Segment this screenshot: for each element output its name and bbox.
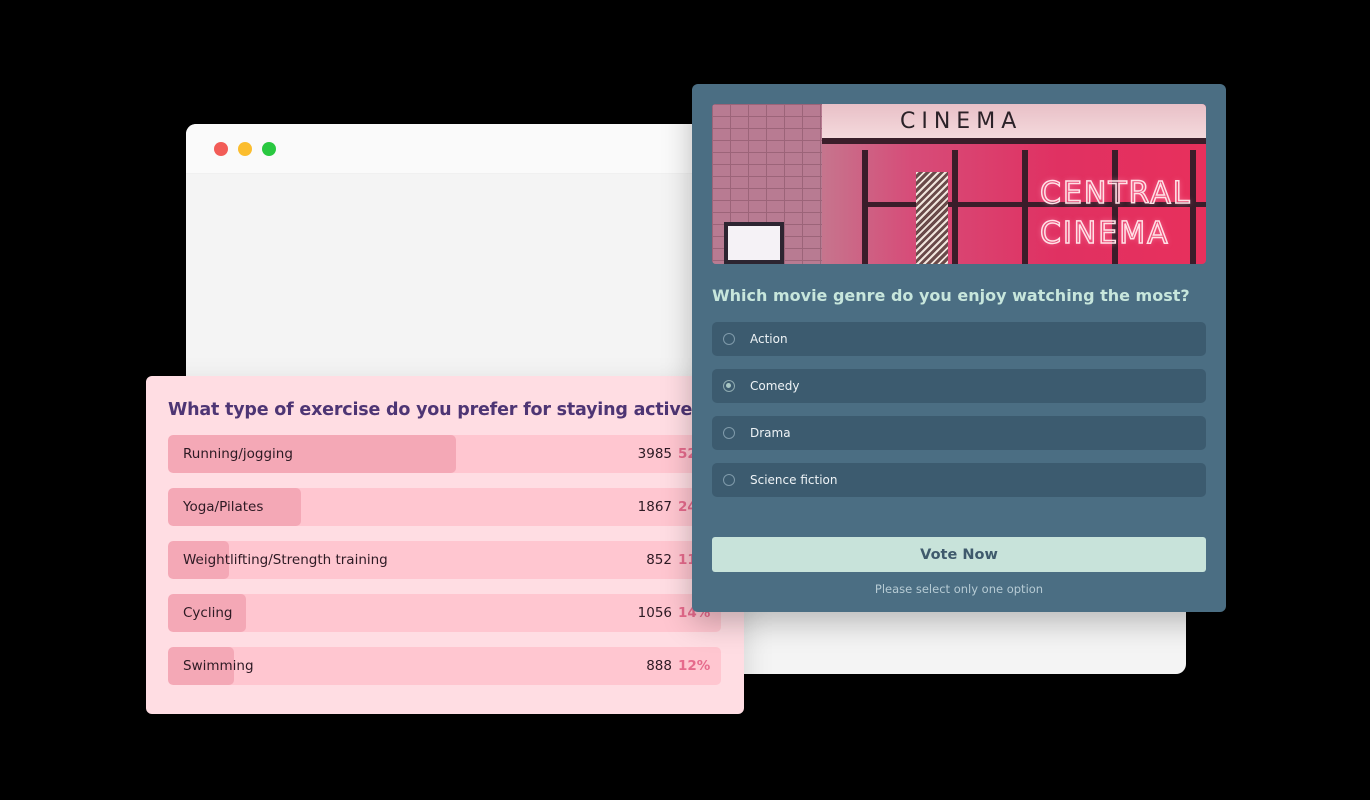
vote-poll-question: Which movie genre do you enjoy watching … <box>712 286 1190 305</box>
cinema-marquee: CINEMA <box>822 104 1206 144</box>
minimize-window-button[interactable] <box>238 141 252 156</box>
option-label: Science fiction <box>750 473 838 487</box>
window-frame <box>862 150 868 264</box>
result-row: Swimming 888 12% <box>168 647 721 685</box>
option-label: Drama <box>750 426 791 440</box>
radio-button-icon[interactable] <box>723 474 735 486</box>
result-label: Yoga/Pilates <box>183 499 264 515</box>
lightbox-sign <box>724 222 784 264</box>
neon-sign-line1: CENTRAL <box>1039 175 1192 212</box>
vote-option-action[interactable]: Action <box>712 322 1206 356</box>
vote-option-drama[interactable]: Drama <box>712 416 1206 450</box>
marquee-text: CINEMA <box>900 108 1023 134</box>
result-vote-count: 888 <box>646 658 672 674</box>
result-vote-count: 852 <box>646 552 672 568</box>
result-row: Yoga/Pilates 1867 24% <box>168 488 721 526</box>
window-frame <box>1022 150 1028 264</box>
result-percent: 12% <box>678 658 711 674</box>
radio-button-icon[interactable] <box>723 380 735 392</box>
option-label: Action <box>750 332 788 346</box>
radio-button-icon[interactable] <box>723 427 735 439</box>
result-row: Weightlifting/Strength training 852 11% <box>168 541 721 579</box>
result-label: Weightlifting/Strength training <box>183 552 388 568</box>
result-vote-count: 1056 <box>637 605 672 621</box>
result-label: Running/jogging <box>183 446 293 462</box>
movie-genre-vote-card: CINEMA CENTRAL CINEMA Which movie genre … <box>692 84 1226 612</box>
radio-button-icon[interactable] <box>723 333 735 345</box>
neon-sign-line2: CINEMA <box>1039 215 1170 252</box>
result-row: Running/jogging 3985 52% <box>168 435 721 473</box>
vote-hint-text: Please select only one option <box>874 582 1044 596</box>
vote-option-comedy[interactable]: Comedy <box>712 369 1206 403</box>
result-label: Cycling <box>183 605 233 621</box>
result-row: Cycling 1056 14% <box>168 594 721 632</box>
exercise-poll-results-card: What type of exercise do you prefer for … <box>146 376 744 714</box>
option-label: Comedy <box>750 379 800 393</box>
window-blinds <box>916 172 948 264</box>
vote-option-science-fiction[interactable]: Science fiction <box>712 463 1206 497</box>
vote-now-button[interactable]: Vote Now <box>712 537 1206 572</box>
result-vote-count: 3985 <box>637 446 672 462</box>
maximize-window-button[interactable] <box>262 141 276 156</box>
result-label: Swimming <box>183 658 254 674</box>
close-window-button[interactable] <box>214 141 228 156</box>
cinema-image: CINEMA CENTRAL CINEMA <box>712 104 1206 264</box>
results-poll-question: What type of exercise do you prefer for … <box>168 400 703 420</box>
results-list: Running/jogging 3985 52% Yoga/Pilates 18… <box>168 435 722 685</box>
result-vote-count: 1867 <box>637 499 672 515</box>
window-frame <box>952 150 958 264</box>
